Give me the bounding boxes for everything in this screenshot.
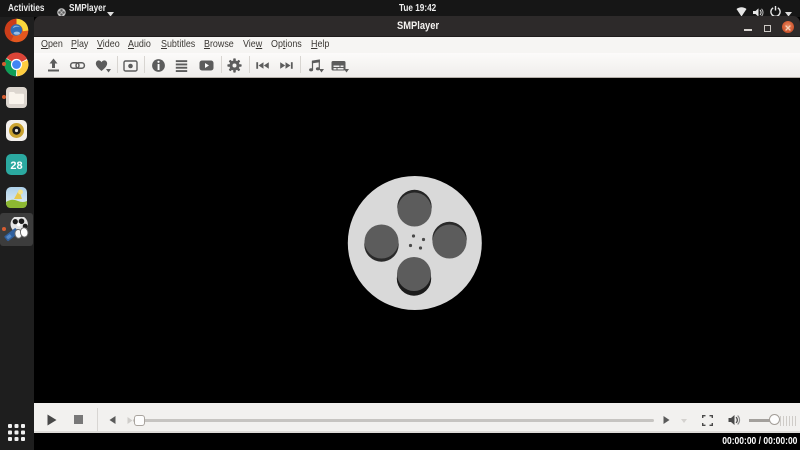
svg-text:28: 28 [10, 160, 22, 172]
